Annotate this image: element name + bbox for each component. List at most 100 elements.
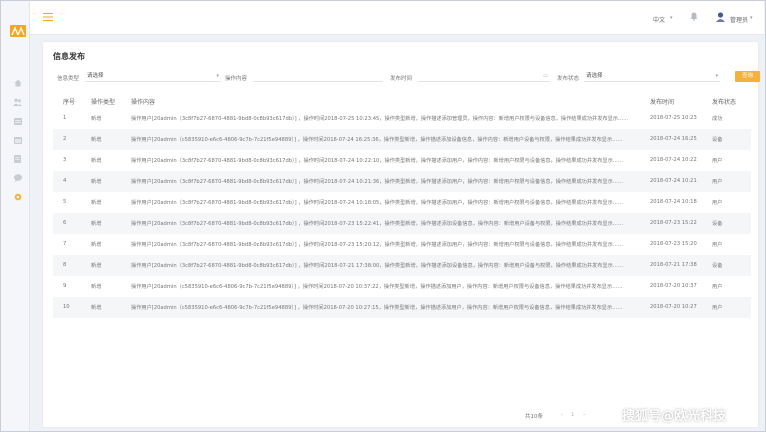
type-filter-label: 信息类型	[57, 76, 80, 82]
table-row[interactable]: 10 新增 操作用户[20admin（c5835910-e6c6-4806-9c…	[53, 297, 751, 318]
page-title: 信息发布	[53, 52, 85, 61]
cell-status: 用户	[712, 305, 723, 311]
watermark: 搜狐号@欧光科技	[622, 409, 727, 424]
cell-no: 8	[63, 262, 67, 268]
cell-content: 操作用户[20admin（c5835910-e6c6-4806-9c7b-7c2…	[131, 284, 623, 290]
cell-op: 新增	[91, 242, 102, 248]
cell-time: 2018-07-24 10:22	[650, 157, 697, 163]
cell-no: 5	[63, 199, 67, 205]
cell-content: 操作用户[20admin（c5835910-e6c6-4806-9c7b-7c2…	[131, 137, 623, 143]
chevron-down-icon[interactable]: ▾	[670, 15, 673, 21]
cell-content: 操作用户[20admin（3c8f7b27-6870-4881-9bd8-0c8…	[131, 200, 624, 206]
language-switch[interactable]: 中文	[653, 15, 665, 24]
cell-time: 2018-07-25 10:23	[650, 115, 697, 121]
keyword-filter-label: 操作内容	[225, 76, 248, 82]
table-row[interactable]: 5 新增 操作用户[20admin（3c8f7b27-6870-4881-9bd…	[53, 192, 751, 213]
cell-content: 操作用户[20admin（3c8f7b27-6870-4881-9bd8-0c8…	[131, 242, 624, 248]
query-button[interactable]: 查询	[735, 71, 760, 82]
status-select-chevron-icon: ▾	[715, 73, 718, 79]
date-range-input[interactable]: ▭	[418, 72, 550, 82]
cell-status: 成功	[712, 116, 723, 122]
cell-time: 2018-07-24 10:21	[650, 178, 697, 184]
cell-no: 1	[63, 115, 67, 121]
logo-icon[interactable]	[10, 25, 26, 37]
keyword-input[interactable]	[253, 72, 383, 82]
table-row[interactable]: 3 新增 操作用户[20admin（3c8f7b27-6870-4881-9bd…	[53, 150, 751, 171]
table-row[interactable]: 9 新增 操作用户[20admin（c5835910-e6c6-4806-9c7…	[53, 276, 751, 297]
calendar-picker-icon[interactable]: ▭	[543, 72, 548, 81]
status-select-value: 请选择	[586, 73, 603, 79]
cell-content: 操作用户[20admin（3c8f7b27-6870-4881-9bd8-0c8…	[131, 221, 624, 227]
user-chevron-down-icon[interactable]: ▾	[750, 15, 753, 21]
document-icon[interactable]	[13, 155, 22, 163]
table-row[interactable]: 6 新增 操作用户[20admin（3c8f7b27-6870-4881-9bd…	[53, 213, 751, 234]
table-row[interactable]: 8 新增 操作用户[20admin（3c8f7b27-6870-4881-9bd…	[53, 255, 751, 276]
cell-op: 新增	[91, 158, 102, 164]
bell-icon[interactable]	[690, 12, 698, 23]
column-header-op: 操作类型	[91, 99, 116, 106]
column-header-no: 序号	[63, 99, 76, 106]
cell-status: 设备	[712, 137, 723, 143]
cell-time: 2018-07-20 10:37	[650, 283, 697, 289]
cell-time: 2018-07-23 15:22	[650, 220, 697, 226]
settings-icon[interactable]	[13, 193, 22, 201]
cell-no: 9	[63, 283, 67, 289]
cell-status: 设备	[712, 263, 723, 269]
user-name[interactable]: 管理员	[730, 15, 748, 24]
menu-toggle-icon[interactable]	[43, 13, 53, 21]
cell-no: 10	[63, 304, 70, 310]
table-row[interactable]: 4 新增 操作用户[20admin（3c8f7b27-6870-4881-9bd…	[53, 171, 751, 192]
cell-time: 2018-07-24 16:25	[650, 136, 697, 142]
cell-no: 6	[63, 220, 67, 226]
cell-op: 新增	[91, 137, 102, 143]
cell-status: 设备	[712, 221, 723, 227]
pagination-prev[interactable]: ‹	[561, 412, 563, 418]
table-row[interactable]: 1 新增 操作用户[20admin（3c8f7b27-6870-4881-9bd…	[53, 108, 751, 129]
cell-no: 3	[63, 157, 67, 163]
cell-content: 操作用户[20admin（3c8f7b27-6870-4881-9bd8-0c8…	[131, 263, 624, 269]
column-header-content: 操作内容	[131, 99, 156, 106]
cell-content: 操作用户[20admin（3c8f7b27-6870-4881-9bd8-0c8…	[131, 158, 624, 164]
type-select[interactable]: 请选择 ▾	[85, 72, 221, 82]
column-header-time: 发布时间	[650, 99, 675, 106]
cell-op: 新增	[91, 263, 102, 269]
cell-no: 4	[63, 178, 67, 184]
table-row[interactable]: 7 新增 操作用户[20admin（3c8f7b27-6870-4881-9bd…	[53, 234, 751, 255]
date-filter-label: 发布时间	[390, 76, 413, 82]
top-header: 中文 ▾ 管理员 ▾	[30, 1, 764, 35]
column-header-status: 发布状态	[712, 99, 737, 106]
cell-op: 新增	[91, 200, 102, 206]
pagination-page[interactable]: 1	[571, 412, 575, 418]
cell-time: 2018-07-20 10:27	[650, 304, 697, 310]
calendar-icon[interactable]	[13, 136, 22, 144]
cell-content: 操作用户[20admin（3c8f7b27-6870-4881-9bd8-0c8…	[131, 116, 629, 122]
status-select[interactable]: 请选择 ▾	[584, 72, 720, 82]
main-card: 信息发布 信息类型 请选择 ▾ 操作内容 发布时间 ▭ 发布状态 请选择 ▾ 查…	[43, 42, 760, 427]
table-row[interactable]: 2 新增 操作用户[20admin（c5835910-e6c6-4806-9c7…	[53, 129, 751, 150]
cell-time: 2018-07-23 15:20	[650, 241, 697, 247]
filter-row: 信息类型 请选择 ▾ 操作内容 发布时间 ▭ 发布状态 请选择 ▾ 查询	[57, 71, 760, 83]
cell-no: 2	[63, 136, 67, 142]
home-icon[interactable]	[13, 79, 22, 87]
avatar-icon[interactable]	[716, 12, 725, 22]
table-header: 序号 操作类型 操作内容 发布时间 发布状态	[53, 95, 751, 107]
cell-time: 2018-07-24 10:18	[650, 199, 697, 205]
cell-status: 用户	[712, 158, 723, 164]
pagination-next[interactable]: ›	[583, 412, 585, 418]
type-select-value: 请选择	[87, 73, 104, 79]
cell-status: 用户	[712, 284, 723, 290]
chat-icon[interactable]	[13, 174, 22, 182]
cell-status: 用户	[712, 179, 723, 185]
users-icon[interactable]	[13, 98, 22, 106]
pagination-total: 共10条	[525, 414, 543, 420]
cell-op: 新增	[91, 284, 102, 290]
sidebar	[1, 1, 30, 431]
cell-time: 2018-07-21 17:38	[650, 262, 697, 268]
cell-op: 新增	[91, 179, 102, 185]
cell-no: 7	[63, 241, 67, 247]
list-icon[interactable]	[13, 117, 22, 125]
cell-content: 操作用户[20admin（c5835910-e6c6-4806-9c7b-7c2…	[131, 305, 623, 311]
cell-op: 新增	[91, 305, 102, 311]
cell-content: 操作用户[20admin（3c8f7b27-6870-4881-9bd8-0c8…	[131, 179, 624, 185]
status-filter-label: 发布状态	[557, 76, 580, 82]
